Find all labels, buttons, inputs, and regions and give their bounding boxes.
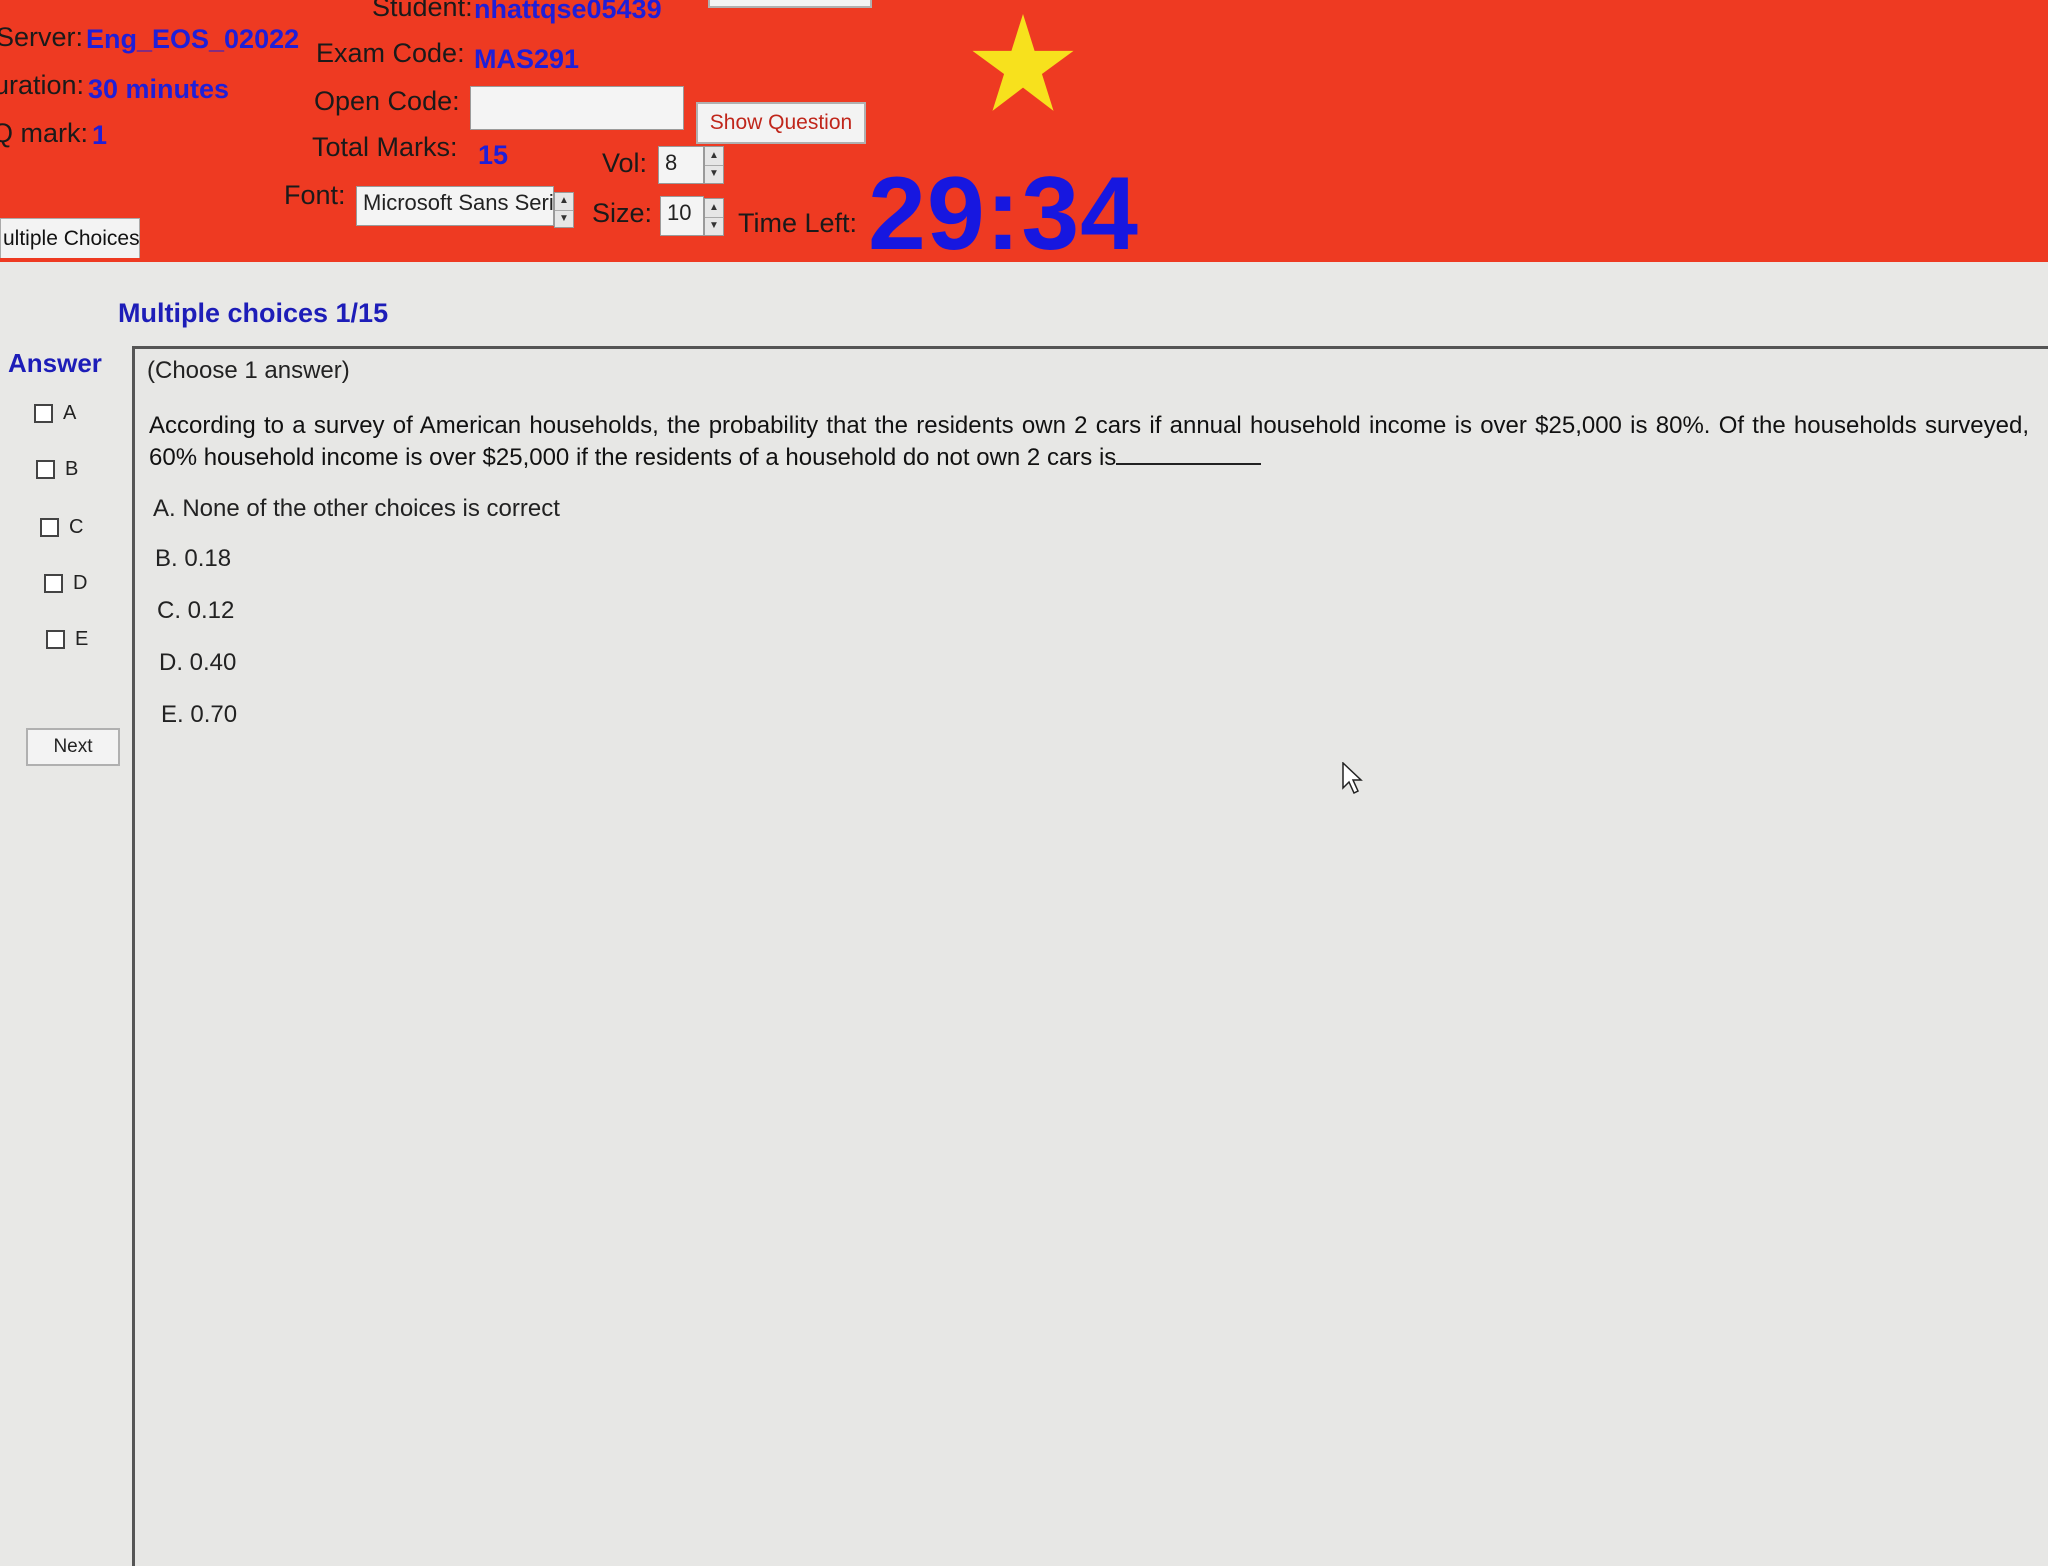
question-text: According to a survey of American househ… (149, 411, 2029, 473)
choice-c: C. 0.12 (157, 597, 235, 624)
answer-checkbox-d[interactable]: D (44, 572, 87, 595)
answer-label: Answer (8, 348, 102, 378)
checkbox-icon[interactable] (44, 574, 63, 593)
question-body: According to a survey of American househ… (149, 412, 2029, 471)
answer-checkbox-b[interactable]: B (36, 458, 78, 481)
spinner-up-icon[interactable]: ▲ (705, 147, 723, 165)
student-label: Student: (372, 0, 473, 22)
size-label: Size: (592, 198, 653, 228)
spinner-down-icon[interactable]: ▼ (705, 164, 723, 184)
section-title: Multiple choices 1/15 (118, 298, 389, 328)
choice-a: A. None of the other choices is correct (153, 495, 560, 522)
next-button[interactable]: Next (26, 728, 120, 766)
top-button-partial[interactable] (708, 0, 872, 8)
answer-checkbox-e[interactable]: E (46, 628, 88, 651)
font-spinner[interactable]: ▲ ▼ (554, 192, 574, 228)
choice-b: B. 0.18 (155, 545, 232, 572)
answer-checkbox-a[interactable]: A (34, 402, 76, 425)
open-code-label: Open Code: (314, 86, 460, 116)
total-marks-label: Total Marks: (312, 132, 458, 162)
time-left-value: 29:34 (868, 156, 1139, 272)
spinner-up-icon[interactable]: ▲ (705, 199, 723, 217)
qmark-label: Q mark: (0, 118, 89, 148)
exam-header: Student: nhattqse05439 Server: Eng_EOS_0… (0, 0, 2048, 266)
server-value: Eng_EOS_02022 (86, 24, 300, 54)
checkbox-icon[interactable] (46, 630, 65, 649)
checkbox-icon[interactable] (36, 460, 55, 479)
font-select[interactable]: Microsoft Sans Serif (356, 186, 560, 226)
answer-option-label: E (75, 628, 89, 650)
answer-blank (1116, 441, 1262, 465)
answer-checkbox-c[interactable]: C (40, 516, 83, 539)
show-question-button[interactable]: Show Question (696, 102, 866, 144)
spinner-down-icon[interactable]: ▼ (555, 209, 573, 228)
font-label: Font: (284, 180, 346, 210)
choice-d: D. 0.40 (159, 649, 237, 676)
answer-option-label: D (73, 572, 88, 594)
answer-option-label: C (69, 516, 84, 538)
checkbox-icon[interactable] (34, 404, 53, 423)
question-instruction: (Choose 1 answer) (147, 357, 350, 384)
duration-label: uration: (0, 70, 85, 100)
server-label: Server: (0, 22, 84, 52)
exam-code-value: MAS291 (474, 44, 580, 74)
vol-spinner[interactable]: ▲ ▼ (704, 146, 724, 184)
student-value: nhattqse05439 (474, 0, 662, 24)
checkbox-icon[interactable] (40, 518, 59, 537)
tab-multiple-choices[interactable]: ultiple Choices (0, 218, 140, 258)
answer-option-label: B (65, 458, 79, 480)
choice-e: E. 0.70 (161, 701, 238, 728)
mouse-cursor-icon (1342, 762, 1363, 795)
size-input[interactable]: 10 (660, 196, 704, 236)
answer-option-label: A (63, 402, 77, 424)
vol-label: Vol: (602, 148, 648, 178)
size-spinner[interactable]: ▲ ▼ (704, 198, 724, 236)
time-left-label: Time Left: (738, 208, 858, 238)
spinner-up-icon[interactable]: ▲ (555, 193, 573, 210)
vol-input[interactable]: 8 (658, 146, 704, 184)
duration-value: 30 minutes (88, 74, 230, 104)
exam-code-label: Exam Code: (316, 38, 465, 68)
total-marks-value: 15 (478, 140, 509, 170)
star-icon (972, 14, 1074, 111)
open-code-input[interactable] (470, 86, 684, 130)
spinner-down-icon[interactable]: ▼ (705, 216, 723, 236)
question-panel: (Choose 1 answer) According to a survey … (132, 346, 2048, 1566)
qmark-value: 1 (92, 120, 108, 150)
